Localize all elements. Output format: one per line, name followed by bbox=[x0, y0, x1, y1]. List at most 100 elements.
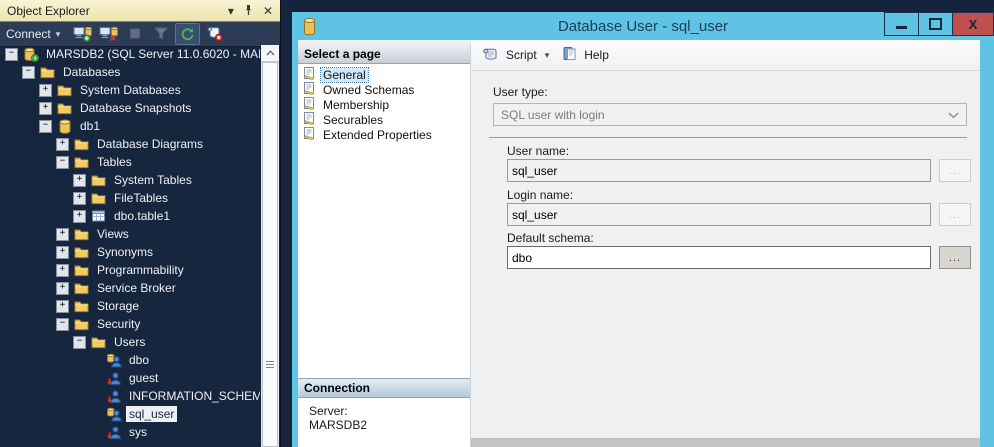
tree-item-filetables[interactable]: +FileTables bbox=[1, 189, 260, 207]
folder-icon bbox=[90, 190, 107, 206]
folder-icon bbox=[73, 298, 90, 314]
tree-item-storage[interactable]: + Storage bbox=[1, 297, 260, 315]
tree-item-system-tables[interactable]: +System Tables bbox=[1, 171, 260, 189]
tree-scrollbar[interactable] bbox=[261, 45, 279, 447]
collapse-expander-icon[interactable]: − bbox=[56, 318, 69, 331]
window-position-chevron-icon[interactable]: ▾ bbox=[228, 5, 234, 17]
login-name-input[interactable] bbox=[507, 203, 931, 226]
tree-item-system-databases[interactable]: +System Databases bbox=[1, 81, 260, 99]
tree-item-database-diagrams[interactable]: +Database Diagrams bbox=[1, 135, 260, 153]
user-icon bbox=[105, 406, 122, 422]
userdisabled-icon bbox=[105, 370, 122, 386]
dialog-title: Database User - sql_user bbox=[558, 18, 728, 35]
expand-expander-icon[interactable]: + bbox=[73, 210, 86, 223]
tree-item-marsdb2-sql-server-11-0-6020-marsd[interactable]: − MARSDB2 (SQL Server 11.0.6020 - MARSD bbox=[1, 45, 260, 63]
connect-database-button[interactable] bbox=[71, 23, 94, 43]
expand-expander-icon[interactable]: + bbox=[39, 102, 52, 115]
collapse-expander-icon[interactable]: − bbox=[56, 156, 69, 169]
connect-button[interactable]: Connect bbox=[6, 27, 51, 41]
tree-item-dbo-table1[interactable]: +dbo.table1 bbox=[1, 207, 260, 225]
page-item-membership[interactable]: Membership bbox=[298, 97, 470, 112]
connection-header: Connection bbox=[298, 378, 470, 398]
page-item-label: Extended Properties bbox=[321, 128, 434, 142]
expand-expander-icon[interactable]: + bbox=[73, 192, 86, 205]
connect-chevron-icon[interactable]: ▾ bbox=[56, 29, 61, 40]
object-explorer-title: Object Explorer bbox=[7, 4, 90, 18]
userdisabled-icon bbox=[105, 424, 122, 440]
server-icon bbox=[22, 46, 39, 62]
user-icon bbox=[105, 352, 122, 368]
folder-icon bbox=[39, 64, 56, 80]
scrollbar-grip-icon bbox=[266, 359, 274, 370]
page-item-owned-schemas[interactable]: Owned Schemas bbox=[298, 82, 470, 97]
script-chevron-icon[interactable]: ▾ bbox=[545, 50, 550, 61]
tree-item-label: Views bbox=[94, 226, 132, 242]
tree-item-label: sql_user bbox=[126, 406, 177, 422]
scroll-up-button[interactable] bbox=[261, 45, 279, 62]
tree-item-guest[interactable]: guest bbox=[1, 369, 260, 387]
page-item-general[interactable]: General bbox=[298, 67, 470, 82]
script-button[interactable]: Script bbox=[506, 48, 537, 62]
default-schema-input[interactable] bbox=[507, 246, 931, 269]
tree-item-views[interactable]: + Views bbox=[1, 225, 260, 243]
expand-expander-icon[interactable]: + bbox=[56, 246, 69, 259]
tree-item-label: Security bbox=[94, 316, 143, 332]
tree-item-label: guest bbox=[126, 370, 161, 386]
expand-expander-icon[interactable]: + bbox=[56, 228, 69, 241]
collapse-expander-icon[interactable]: − bbox=[22, 66, 35, 79]
select-a-page-header: Select a page bbox=[298, 44, 470, 64]
object-explorer-tree: −MARSDB2 (SQL Server 11.0.6020 - MARSD−D… bbox=[1, 45, 260, 447]
page-item-extended-properties[interactable]: Extended Properties bbox=[298, 127, 470, 142]
login-name-label: Login name: bbox=[507, 188, 573, 202]
close-button[interactable]: X bbox=[952, 12, 994, 36]
tree-item-label: Database Snapshots bbox=[77, 100, 194, 116]
default-schema-browse-button[interactable]: ... bbox=[939, 246, 971, 269]
collapse-expander-icon[interactable]: − bbox=[73, 336, 86, 349]
page-item-label: Membership bbox=[321, 98, 391, 112]
pin-icon[interactable] bbox=[244, 4, 253, 18]
tree-item-label: MARSDB2 (SQL Server 11.0.6020 - MARSD bbox=[43, 46, 260, 62]
expand-expander-icon[interactable]: + bbox=[56, 138, 69, 151]
tree-item-databases[interactable]: − Databases bbox=[1, 63, 260, 81]
tree-item-label: Synonyms bbox=[94, 244, 156, 260]
object-explorer-panel: Object Explorer ▾ ✕ Connect ▾ −MARSDB2 (… bbox=[0, 0, 281, 447]
tree-item-sys[interactable]: sys bbox=[1, 423, 260, 441]
minimize-button[interactable] bbox=[884, 12, 918, 36]
expand-expander-icon[interactable]: + bbox=[56, 282, 69, 295]
page-item-securables[interactable]: Securables bbox=[298, 112, 470, 127]
disconnect-database-button[interactable] bbox=[97, 23, 120, 43]
expand-expander-icon[interactable]: + bbox=[73, 174, 86, 187]
tree-item-service-broker[interactable]: +Service Broker bbox=[1, 279, 260, 297]
tree-item-dbo[interactable]: dbo bbox=[1, 351, 260, 369]
tree-item-label: Users bbox=[111, 334, 148, 350]
tree-item-users[interactable]: − Users bbox=[1, 333, 260, 351]
expand-expander-icon[interactable]: + bbox=[56, 300, 69, 313]
close-panel-icon[interactable]: ✕ bbox=[263, 5, 273, 17]
database-icon bbox=[56, 118, 73, 134]
expand-expander-icon[interactable]: + bbox=[39, 84, 52, 97]
expand-expander-icon[interactable]: + bbox=[56, 264, 69, 277]
help-button[interactable]: Help bbox=[584, 48, 609, 62]
scrollbar-thumb[interactable] bbox=[262, 62, 278, 447]
collapse-expander-icon[interactable]: − bbox=[5, 48, 18, 61]
tree-item-label: Databases bbox=[60, 64, 123, 80]
tree-item-tables[interactable]: −Tables bbox=[1, 153, 260, 171]
database-icon bbox=[302, 17, 317, 40]
tree-item-label: sys bbox=[126, 424, 150, 440]
tree-item-programmability[interactable]: +Programmability bbox=[1, 261, 260, 279]
collapse-expander-icon[interactable]: − bbox=[39, 120, 52, 133]
refresh-button[interactable] bbox=[175, 23, 200, 45]
user-name-input[interactable] bbox=[507, 159, 931, 182]
tree-item-database-snapshots[interactable]: + Database Snapshots bbox=[1, 99, 260, 117]
scripting-options-button[interactable] bbox=[203, 23, 226, 43]
folder-icon bbox=[73, 244, 90, 260]
tree-item-db1[interactable]: −db1 bbox=[1, 117, 260, 135]
user-name-browse-button: ... bbox=[939, 159, 971, 182]
dialog-titlebar[interactable]: Database User - sql_user X bbox=[292, 12, 994, 40]
tree-item-synonyms[interactable]: + Synonyms bbox=[1, 243, 260, 261]
tree-item-label: Storage bbox=[94, 298, 142, 314]
tree-item-security[interactable]: − Security bbox=[1, 315, 260, 333]
maximize-button[interactable] bbox=[918, 12, 952, 36]
tree-item-sql-user[interactable]: sql_user bbox=[1, 405, 260, 423]
tree-item-information-schema[interactable]: INFORMATION_SCHEMA bbox=[1, 387, 260, 405]
